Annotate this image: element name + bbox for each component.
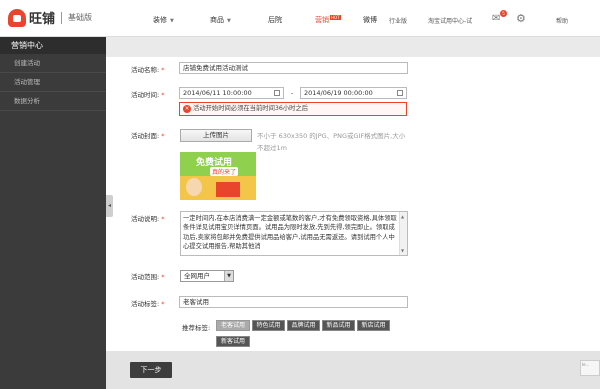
sidebar: 营销中心 创建活动 活动管理 数据分析 (0, 37, 106, 389)
nav-trial-center[interactable]: 淘宝试用中心-试 (428, 16, 472, 25)
activity-name-label: 活动名称: * (131, 66, 165, 74)
brand-divider (61, 11, 63, 24)
nav-backyard[interactable]: 后院 (268, 15, 282, 25)
banner-subtitle: 真的来了 (210, 167, 239, 176)
brand-name: 旺铺 (29, 12, 56, 27)
gear-icon[interactable]: ⚙ (516, 12, 526, 25)
brand-edition: 基础版 (68, 13, 93, 22)
hot-badge: HOT (330, 15, 341, 20)
footer-bar (106, 351, 600, 389)
upload-image-button[interactable]: 上传图片 (180, 129, 252, 142)
recommend-tag-new-product[interactable]: 新品试用 (322, 320, 355, 331)
nav-weibo[interactable]: 微博 (363, 15, 377, 25)
chevron-down-icon: ▼ (227, 18, 231, 24)
recommend-tag-brand[interactable]: 品牌试用 (287, 320, 320, 331)
sidebar-collapse-handle[interactable]: ◂ (106, 195, 113, 217)
description-scrollbar[interactable] (399, 212, 407, 255)
activity-description-label: 活动说明: * (131, 215, 165, 223)
activity-name-input[interactable]: 店铺免费试用活动测试 (179, 62, 408, 74)
recommend-tag-new-customer[interactable]: 新客试用 (216, 336, 250, 347)
nav-decorate[interactable]: 装修 ▼ (153, 15, 174, 25)
nav-marketing[interactable]: 营销 HOT (315, 15, 341, 25)
mail-count-badge: 5 (500, 10, 507, 17)
recommend-tag-old-customer[interactable]: 老客试用 (216, 320, 250, 331)
error-x-icon: × (183, 105, 191, 113)
recommended-tags-label: 推荐标签: (182, 324, 211, 332)
banner-character (186, 178, 202, 196)
corner-widget[interactable]: Ie... (580, 360, 600, 376)
activity-cover-label: 活动封面: * (131, 132, 165, 140)
sidebar-item-create-activity[interactable]: 创建活动 (0, 54, 106, 73)
activity-tag-input[interactable]: 老客试用 (179, 296, 408, 308)
calendar-icon[interactable] (274, 90, 280, 96)
next-step-button[interactable]: 下一步 (130, 362, 172, 378)
time-error-message: × 活动开始时间必须在当前时间36小时之后 (179, 102, 407, 116)
error-text: 活动开始时间必须在当前时间36小时之后 (193, 105, 309, 112)
top-bar: 旺铺 基础版 装修 ▼ 商品 ▼ 后院 营销 HOT 微博 行业版 淘宝试用中心-试 … (0, 0, 600, 37)
mail-icon[interactable]: ✉ (492, 13, 500, 24)
sidebar-item-data-analysis[interactable]: 数据分析 (0, 92, 106, 111)
chevron-down-icon: ▼ (170, 18, 174, 24)
end-time-input[interactable]: 2014/06/19 00:00:00 (300, 87, 407, 99)
time-separator: - (291, 89, 294, 97)
recommend-tag-new-store[interactable]: 新店试用 (357, 320, 390, 331)
brand-logo[interactable]: 旺铺 基础版 (8, 8, 92, 27)
sidebar-title: 营销中心 (0, 37, 106, 54)
activity-time-label: 活动时间: * (131, 91, 165, 99)
start-time-input[interactable]: 2014/06/11 10:00:00 (179, 87, 284, 99)
activity-tag-label: 活动标签: * (131, 300, 165, 308)
activity-range-select[interactable]: 全网用户 ▼ (180, 270, 234, 282)
nav-industry[interactable]: 行业版 (389, 16, 407, 25)
sidebar-item-activity-management[interactable]: 活动管理 (0, 73, 106, 92)
calendar-icon[interactable] (397, 90, 403, 96)
content-header-strip (106, 37, 600, 57)
nav-products[interactable]: 商品 ▼ (210, 15, 231, 25)
activity-description-textarea[interactable]: 一定时间内,在本店消费满一定金额或笔数的客户,才有免费领取资格,具体领取条件详见… (180, 211, 408, 256)
house-logo-icon (8, 8, 26, 27)
recommend-tag-featured[interactable]: 特色试用 (252, 320, 285, 331)
cover-image-preview: 免费试用 真的来了 (180, 152, 256, 200)
banner-gift-box (216, 182, 240, 197)
dropdown-arrow-icon: ▼ (224, 271, 233, 281)
activity-range-label: 活动范围: * (131, 273, 165, 281)
upload-hint: 不小于 630x350 的JPG、PNG或GIF格式图片,大小不超过1m (257, 132, 406, 152)
nav-help[interactable]: 帮助 (556, 16, 568, 25)
